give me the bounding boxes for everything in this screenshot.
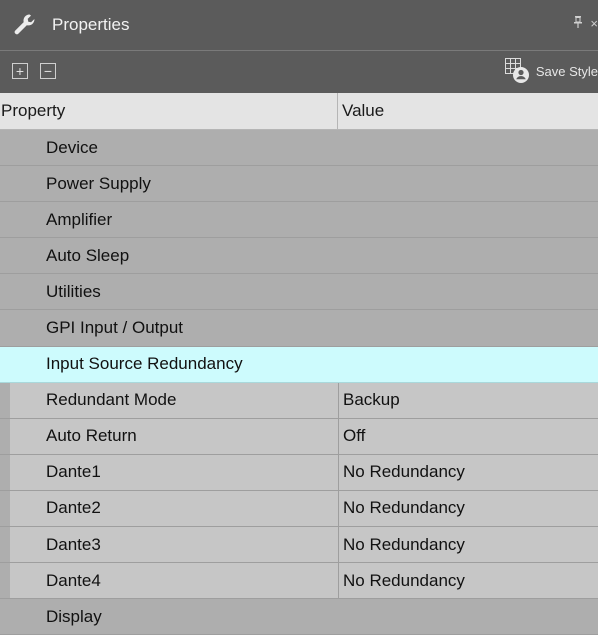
wrench-icon <box>6 0 44 50</box>
property-name: Device <box>46 137 98 157</box>
property-value[interactable]: No Redundancy <box>338 527 465 563</box>
property-row[interactable]: Dante1 No Redundancy <box>0 454 598 491</box>
panel-title: Properties <box>52 15 130 34</box>
property-column-header[interactable]: Property <box>0 93 338 129</box>
property-name: GPI Input / Output <box>46 318 184 338</box>
row-indent <box>0 454 10 490</box>
property-name: Auto Sleep <box>46 245 130 265</box>
property-name: Dante1 <box>46 462 101 482</box>
category-row[interactable]: Display <box>0 599 598 635</box>
property-name: Dante3 <box>46 534 101 554</box>
property-name: Display <box>46 606 102 626</box>
properties-panel: Properties × + − Save Style Property Val… <box>0 0 598 635</box>
property-name: Dante4 <box>46 570 101 590</box>
close-icon[interactable]: × <box>590 16 598 31</box>
property-row[interactable]: Dante3 No Redundancy <box>0 527 598 564</box>
property-row[interactable]: Redundant Mode Backup <box>0 382 598 419</box>
property-name: Input Source Redundancy <box>46 354 243 374</box>
category-row[interactable]: Power Supply <box>0 166 598 203</box>
property-name: Dante2 <box>46 498 101 518</box>
selected-category-row[interactable]: Input Source Redundancy <box>0 346 598 383</box>
expand-all-button[interactable]: + <box>12 63 28 79</box>
property-name: Utilities <box>46 281 101 301</box>
row-indent <box>0 563 10 599</box>
property-name: Amplifier <box>46 209 113 229</box>
property-row[interactable]: Dante2 No Redundancy <box>0 490 598 528</box>
toolbar: + − Save Style <box>0 50 598 93</box>
row-indent <box>0 382 10 418</box>
category-row[interactable]: Utilities <box>0 274 598 311</box>
category-row[interactable]: Auto Sleep <box>0 238 598 275</box>
row-indent <box>0 527 10 563</box>
value-column-header[interactable]: Value <box>338 93 384 129</box>
row-indent <box>0 490 10 527</box>
save-style-button[interactable]: Save Style <box>504 57 598 85</box>
property-value[interactable]: No Redundancy <box>338 563 465 599</box>
property-value[interactable]: Off <box>338 418 365 454</box>
category-row[interactable]: Device <box>0 130 598 167</box>
pin-icon[interactable] <box>574 16 582 31</box>
property-name: Power Supply <box>46 173 151 193</box>
property-value[interactable]: No Redundancy <box>338 454 465 490</box>
property-row[interactable]: Auto Return Off <box>0 418 598 455</box>
grid-user-icon <box>504 57 530 86</box>
title-bar: Properties × <box>0 0 598 50</box>
property-value[interactable]: No Redundancy <box>338 490 465 527</box>
row-indent <box>0 418 10 454</box>
collapse-all-button[interactable]: − <box>40 63 56 79</box>
category-row[interactable]: Amplifier <box>0 202 598 239</box>
property-grid: Device Power Supply Amplifier Auto Sleep Uti… <box>0 130 598 635</box>
save-style-label: Save Style <box>535 63 598 79</box>
grid-header: Property Value <box>0 93 598 130</box>
property-name: Redundant Mode <box>46 390 177 410</box>
category-row[interactable]: GPI Input / Output <box>0 310 598 347</box>
property-value[interactable]: Backup <box>338 382 400 418</box>
property-name: Auto Return <box>46 426 137 446</box>
property-row[interactable]: Dante4 No Redundancy <box>0 563 598 600</box>
